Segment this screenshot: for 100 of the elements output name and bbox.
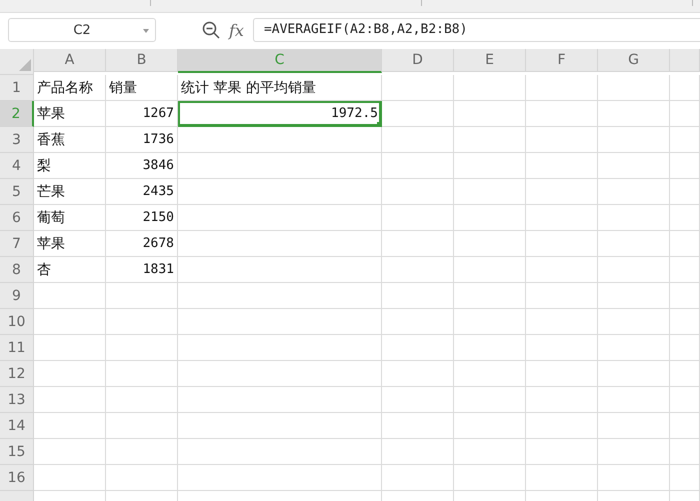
table-cell (382, 101, 454, 127)
row-header[interactable]: 5 (0, 179, 34, 205)
table-cell: 苹果 (34, 101, 106, 127)
table-cell (382, 283, 454, 309)
table-cell: 2435 (106, 179, 178, 205)
table-cell (382, 465, 454, 491)
table-cell (382, 309, 454, 335)
table-cell (670, 361, 700, 387)
table-cell: 杏 (34, 257, 106, 283)
table-cell: 1267 (106, 101, 178, 127)
table-cell (382, 127, 454, 153)
table-cell (526, 179, 598, 205)
table-cell (454, 231, 526, 257)
row-header[interactable]: 8 (0, 257, 34, 283)
table-cell (526, 465, 598, 491)
table-cell: 2150 (106, 205, 178, 231)
table-cell (454, 309, 526, 335)
table-cell (34, 361, 106, 387)
table-cell (382, 205, 454, 231)
table-cell (382, 439, 454, 465)
row-header[interactable]: 4 (0, 153, 34, 179)
table-cell (598, 101, 670, 127)
table-cell (454, 101, 526, 127)
table-cell (526, 75, 598, 101)
table-cell (34, 465, 106, 491)
table-cell (454, 413, 526, 439)
column-header[interactable]: B (106, 49, 178, 72)
row-header[interactable]: 12 (0, 361, 34, 387)
table-cell: 3846 (106, 153, 178, 179)
table-cell (382, 335, 454, 361)
table-cell (598, 205, 670, 231)
table-cell (670, 257, 700, 283)
table-cell (526, 127, 598, 153)
table-cell (670, 465, 700, 491)
column-header[interactable]: E (454, 49, 526, 72)
row-header[interactable]: 16 (0, 465, 34, 491)
table-cell (526, 335, 598, 361)
formula-field[interactable]: =AVERAGEIF(A2:B8,A2,B2:B8) (252, 18, 700, 42)
zoom-icon[interactable] (202, 21, 220, 39)
table-cell (454, 75, 526, 101)
table-cell (670, 205, 700, 231)
select-all-icon[interactable] (19, 59, 31, 71)
row-header[interactable]: 2 (0, 101, 34, 127)
table-cell (106, 361, 178, 387)
table-cell (526, 361, 598, 387)
row-header[interactable]: 11 (0, 335, 34, 361)
table-cell (106, 439, 178, 465)
table-cell (454, 205, 526, 231)
table-cell (382, 179, 454, 205)
row-header[interactable]: 9 (0, 283, 34, 309)
table-cell (598, 413, 670, 439)
row-header[interactable]: 6 (0, 205, 34, 231)
table-cell (34, 309, 106, 335)
row-header[interactable]: 14 (0, 413, 34, 439)
table-cell (454, 257, 526, 283)
column-header[interactable]: C (178, 49, 382, 73)
table-cell (526, 439, 598, 465)
table-cell (106, 283, 178, 309)
table-cell (598, 387, 670, 413)
table-cell (382, 153, 454, 179)
column-header[interactable] (670, 49, 700, 72)
row-header[interactable]: 15 (0, 439, 34, 465)
row-header[interactable]: 13 (0, 387, 34, 413)
table-cell: 2678 (106, 231, 178, 257)
column-header[interactable]: G (598, 49, 670, 72)
table-cell (526, 309, 598, 335)
table-cell (526, 153, 598, 179)
table-cell (382, 257, 454, 283)
table-cell (598, 439, 670, 465)
table-cell (670, 335, 700, 361)
table-cell (670, 101, 700, 127)
row-header[interactable]: 3 (0, 127, 34, 153)
table-cell (670, 387, 700, 413)
fx-label[interactable]: fx (229, 20, 244, 40)
table-cell (382, 75, 454, 101)
table-cell (598, 309, 670, 335)
table-cell (598, 231, 670, 257)
table-cell (526, 387, 598, 413)
table-cell (598, 361, 670, 387)
row-header[interactable]: 1 (0, 75, 34, 101)
table-cell (670, 231, 700, 257)
table-cell: 1736 (106, 127, 178, 153)
caret-icon (143, 29, 149, 33)
table-cell (598, 127, 670, 153)
table-cell (598, 335, 670, 361)
row-header[interactable]: 7 (0, 231, 34, 257)
column-header[interactable]: D (382, 49, 454, 72)
table-cell (598, 283, 670, 309)
table-cell (34, 439, 106, 465)
row-header[interactable]: 10 (0, 309, 34, 335)
table-cell (670, 413, 700, 439)
table-cell (454, 283, 526, 309)
table-cell (598, 257, 670, 283)
column-header[interactable]: F (526, 49, 598, 72)
table-cell (598, 75, 670, 101)
table-cell (526, 101, 598, 127)
name-box[interactable]: C2 (8, 18, 156, 42)
column-header[interactable]: A (34, 49, 106, 72)
table-cell (670, 179, 700, 205)
table-cell (526, 283, 598, 309)
